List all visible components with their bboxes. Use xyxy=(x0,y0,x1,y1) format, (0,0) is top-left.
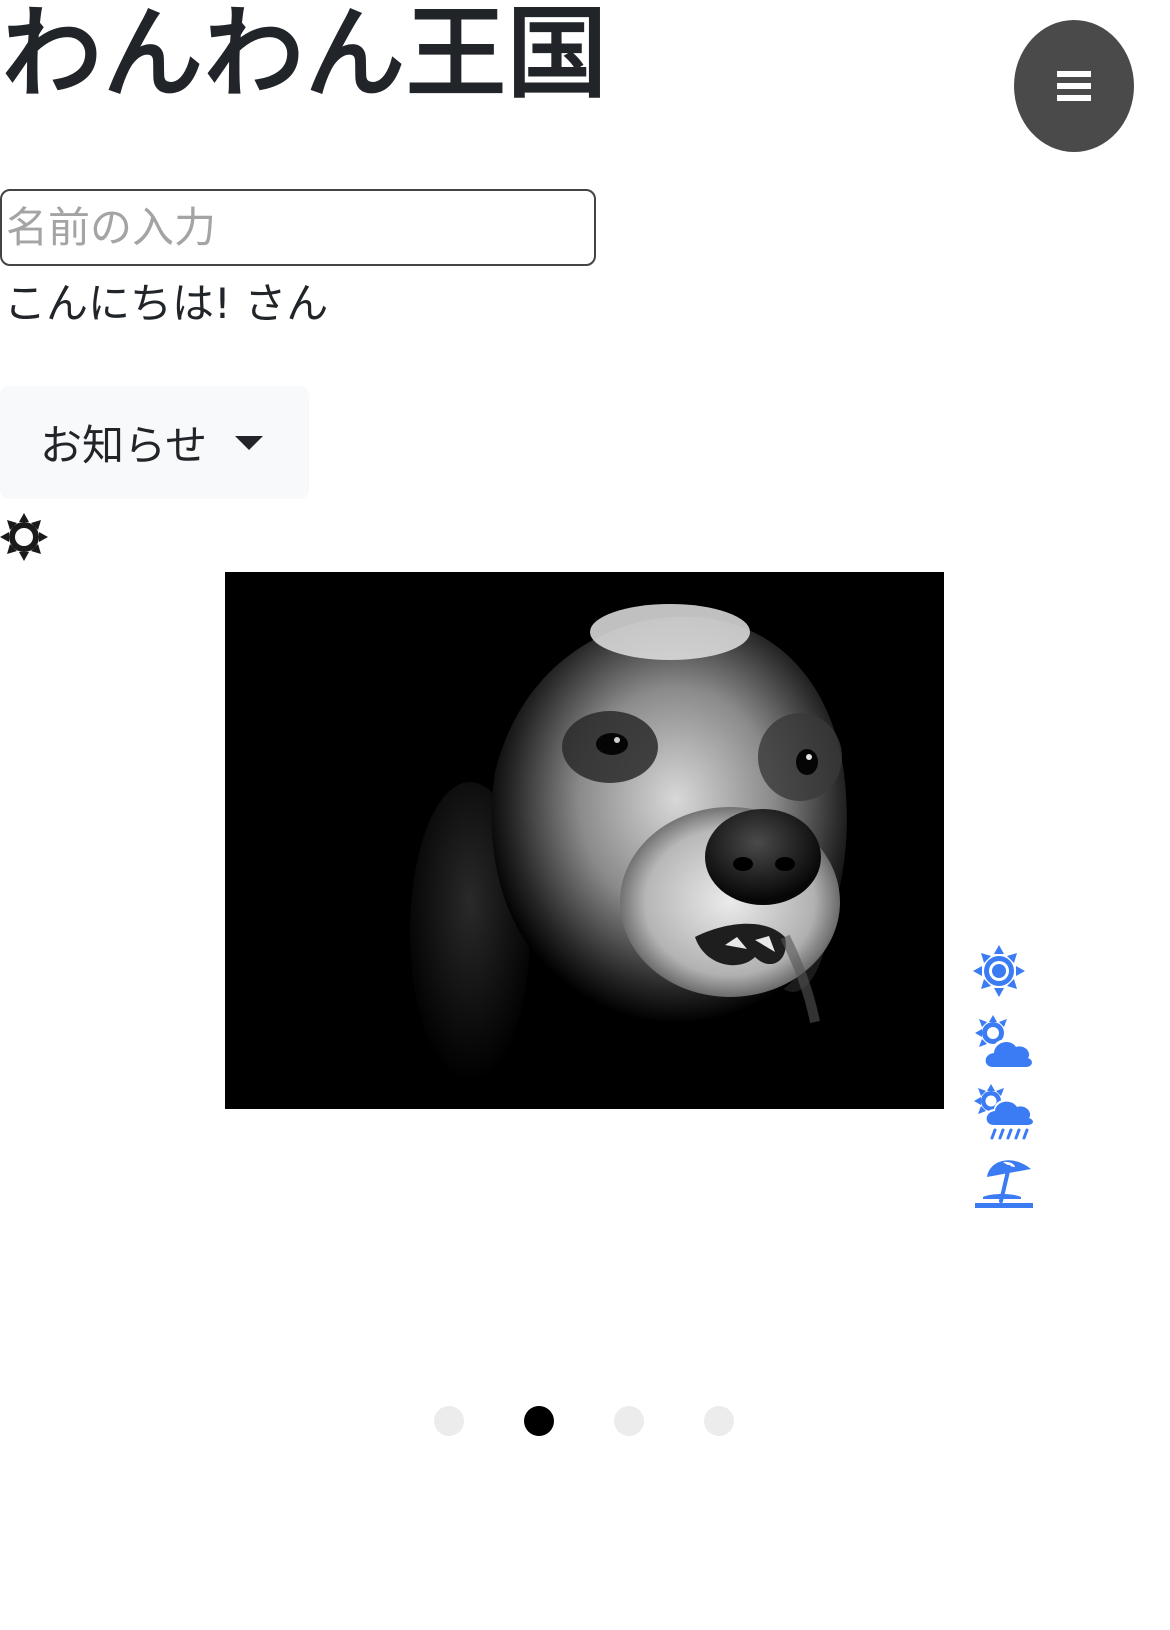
news-dropdown-button[interactable]: お知らせ xyxy=(0,386,309,499)
dog-photo xyxy=(225,572,944,1109)
sun-rain-icon[interactable] xyxy=(973,1083,1035,1141)
weather-icon-list xyxy=(973,943,1043,1223)
caret-down-icon xyxy=(235,435,264,450)
site-title: わんわん王国 xyxy=(2,0,608,112)
page: わんわん王国 こんにちは! さん お知らせ xyxy=(0,0,1170,1630)
carousel-dot[interactable] xyxy=(614,1406,644,1436)
greeting-text: こんにちは! さん xyxy=(4,279,329,328)
news-dropdown-label: お知らせ xyxy=(40,421,208,470)
name-input[interactable] xyxy=(0,189,596,266)
carousel-dog-image[interactable] xyxy=(225,572,944,1109)
hamburger-icon xyxy=(1057,71,1091,101)
sun-cloud-icon[interactable] xyxy=(973,1013,1035,1071)
carousel-dot-active[interactable] xyxy=(524,1406,554,1436)
carousel-dot[interactable] xyxy=(704,1406,734,1436)
carousel-indicators xyxy=(434,1406,734,1436)
beach-umbrella-icon[interactable] xyxy=(973,1153,1035,1211)
sun-icon[interactable] xyxy=(973,943,1035,1001)
menu-button[interactable] xyxy=(1014,20,1134,152)
carousel-dot[interactable] xyxy=(434,1406,464,1436)
sun-icon[interactable] xyxy=(0,513,48,561)
